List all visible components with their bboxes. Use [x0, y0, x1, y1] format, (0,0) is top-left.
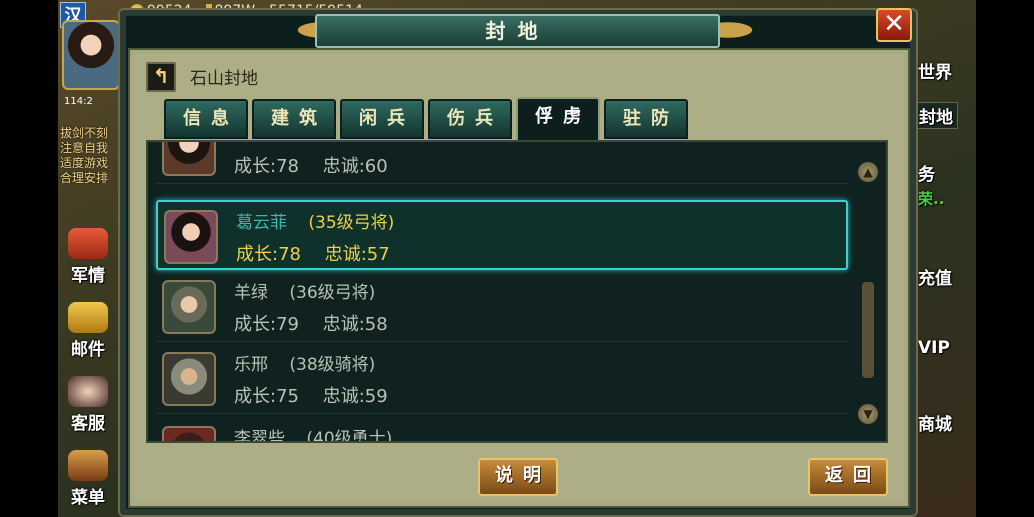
captive-growth: 成长:78: [236, 244, 301, 265]
captive-row[interactable]: 乐邢 (38级骑将) 成长:75 忠诚:59: [156, 344, 848, 414]
player-portrait[interactable]: [62, 20, 120, 90]
captive-avatar: [162, 426, 216, 441]
recharge-button[interactable]: 充值: [918, 264, 952, 289]
tasks-button[interactable]: 务: [918, 160, 935, 185]
fief-button[interactable]: 封地: [914, 102, 958, 129]
captive-loyalty: 忠诚:60: [322, 156, 388, 177]
captive-name: 李翠些: [234, 429, 285, 443]
letterbox-left: [0, 0, 58, 517]
captive-rank: (40级勇士): [306, 429, 393, 443]
military-report-icon: [68, 228, 108, 259]
captive-row-selected[interactable]: 葛云菲 (35级弓将) 成长:78 忠诚:57: [156, 200, 848, 270]
captive-name-line: 乐邢 (38级骑将): [234, 350, 375, 375]
world-button[interactable]: 世界: [918, 58, 952, 83]
health-notice: 拔剑不刻 注意自我 适度游戏 合理安排: [60, 126, 109, 185]
captive-rank: (38级骑将): [289, 355, 376, 375]
tab-garrison[interactable]: 驻防: [604, 99, 688, 139]
title-ornament-right: [714, 12, 784, 48]
scroll-down-icon[interactable]: ▼: [858, 404, 878, 424]
menu-label: 菜单: [71, 488, 105, 508]
captive-loyalty: 忠诚:57: [324, 244, 390, 265]
tab-info[interactable]: 信息: [164, 99, 248, 139]
captive-name-line: 葛云菲 (35级弓将): [236, 208, 394, 233]
help-button[interactable]: 说明: [478, 458, 558, 496]
tab-captives[interactable]: 俘虏: [516, 97, 600, 141]
menu-button[interactable]: 菜单: [60, 450, 116, 508]
captive-stats: 成长:78 忠诚:57: [236, 240, 390, 266]
captive-avatar: [162, 352, 216, 406]
captive-growth: 成长:75: [234, 386, 299, 407]
menu-icon: [68, 450, 108, 481]
military-report-button[interactable]: 军情: [60, 228, 116, 286]
captive-name-line: 羊绿 (36级弓将): [234, 278, 375, 303]
letterbox-right: [976, 0, 1034, 517]
return-button[interactable]: 返回: [808, 458, 888, 496]
captive-list: 成长:78 忠诚:60 葛云菲 (35级弓将) 成长:78 忠诚:57 羊绿 (…: [146, 140, 888, 443]
captive-row[interactable]: 李翠些 (40级勇士): [156, 418, 848, 443]
captive-growth: 成长:79: [234, 314, 299, 335]
vip-button[interactable]: VIP: [918, 338, 950, 358]
customer-service-button[interactable]: 客服: [60, 376, 116, 434]
scrollbar-thumb[interactable]: [862, 282, 874, 378]
captive-name: 羊绿: [234, 283, 268, 303]
back-arrow-button[interactable]: ↰: [146, 62, 176, 92]
tab-wounded[interactable]: 伤兵: [428, 99, 512, 139]
tab-idle-troops[interactable]: 闲兵: [340, 99, 424, 139]
tasks-subtitle: 荣..: [918, 190, 945, 208]
customer-service-icon: [68, 376, 108, 407]
captive-name: 葛云菲: [236, 213, 287, 233]
captive-growth: 成长:78: [234, 156, 299, 177]
dialog-title: 封地: [315, 14, 720, 48]
captive-name-line: 李翠些 (40级勇士): [234, 424, 393, 443]
player-level: 114:2: [64, 96, 93, 107]
captive-rank: (36级弓将): [289, 283, 376, 303]
customer-service-label: 客服: [71, 414, 105, 434]
captive-loyalty: 忠诚:58: [322, 314, 388, 335]
captive-avatar: [162, 142, 216, 176]
tab-bar: 信息 建筑 闲兵 伤兵 俘虏 驻防: [164, 97, 688, 141]
captive-stats: 成长:79 忠诚:58: [234, 310, 388, 336]
captive-stats: 成长:75 忠诚:59: [234, 382, 388, 408]
mail-label: 邮件: [71, 340, 105, 360]
shop-button[interactable]: 商城: [918, 410, 952, 435]
captive-row[interactable]: 羊绿 (36级弓将) 成长:79 忠诚:58: [156, 272, 848, 342]
captive-avatar: [164, 210, 218, 264]
captive-row[interactable]: 成长:78 忠诚:60: [156, 142, 848, 184]
mail-icon: [68, 302, 108, 333]
captive-loyalty: 忠诚:59: [322, 386, 388, 407]
captive-name: 乐邢: [234, 355, 268, 375]
military-report-label: 军情: [71, 266, 105, 286]
breadcrumb: 石山封地: [190, 69, 258, 89]
close-button[interactable]: ✕: [876, 8, 912, 42]
scroll-up-icon[interactable]: ▲: [858, 162, 878, 182]
captive-stats: 成长:78 忠诚:60: [234, 152, 388, 178]
tab-buildings[interactable]: 建筑: [252, 99, 336, 139]
captive-rank: (35级弓将): [308, 213, 395, 233]
mail-button[interactable]: 邮件: [60, 302, 116, 360]
captive-avatar: [162, 280, 216, 334]
